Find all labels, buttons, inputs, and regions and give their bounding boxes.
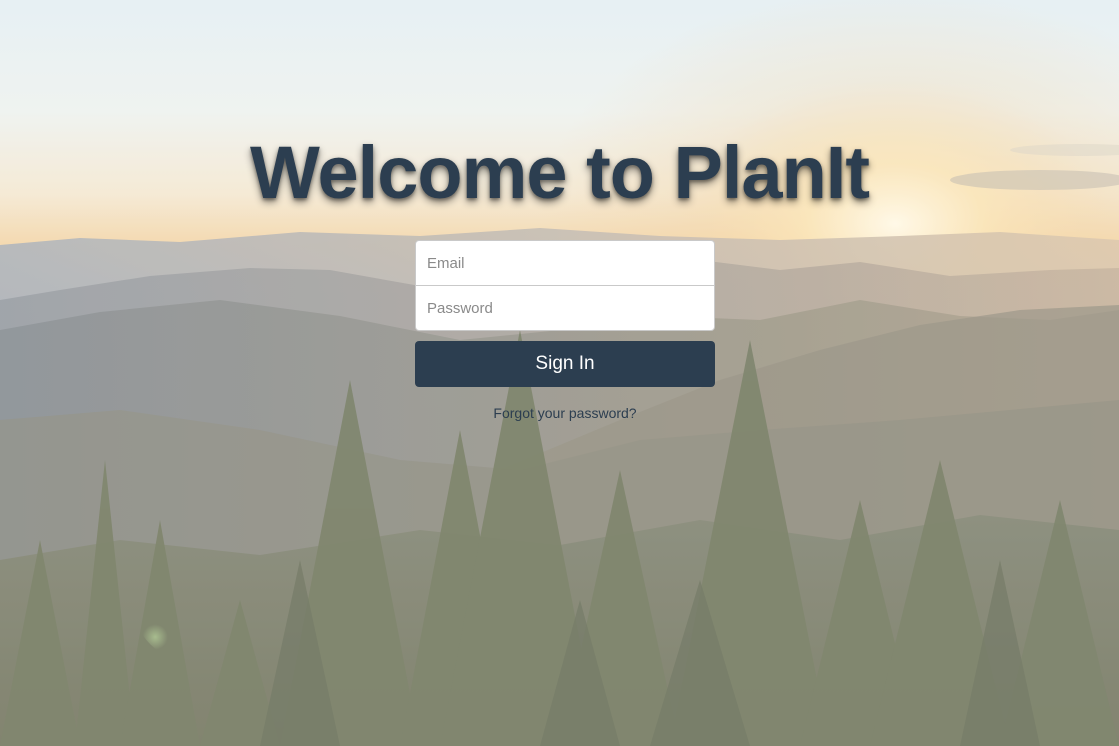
password-input[interactable] <box>415 285 715 331</box>
login-container: Welcome to PlanIt Sign In Forgot your pa… <box>0 0 1119 746</box>
page-title: Welcome to PlanIt <box>250 131 870 214</box>
email-input[interactable] <box>415 240 715 286</box>
sign-in-button[interactable]: Sign In <box>415 341 715 387</box>
login-page: Welcome to PlanIt Sign In Forgot your pa… <box>0 0 1119 746</box>
login-form: Sign In Forgot your password? <box>415 240 715 421</box>
forgot-password-link[interactable]: Forgot your password? <box>415 405 715 421</box>
